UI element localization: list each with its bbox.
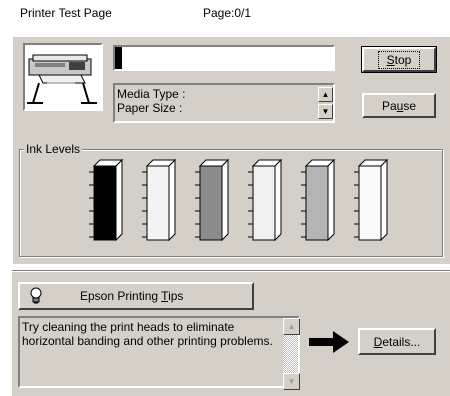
ink-cartridge-5 bbox=[301, 158, 336, 242]
ink-levels-label: Ink Levels bbox=[24, 142, 83, 156]
tips-panel: Epson Printing Tips Try cleaning the pri… bbox=[12, 272, 450, 396]
ink-levels-group: Ink Levels bbox=[19, 142, 443, 257]
ink-cartridge-2 bbox=[142, 158, 177, 242]
paper-size-label: Paper Size : bbox=[117, 101, 183, 115]
tips-scroll-up-button[interactable]: ▲ bbox=[283, 318, 300, 335]
pause-button[interactable]: Pause bbox=[362, 93, 436, 118]
media-info-box: Media Type : Paper Size : ▲ ▼ bbox=[113, 83, 335, 123]
media-type-label: Media Type : bbox=[117, 87, 186, 101]
ink-cartridge-1 bbox=[89, 158, 124, 242]
progress-bar bbox=[113, 45, 335, 71]
tips-scroll-down-button[interactable]: ▼ bbox=[283, 373, 300, 390]
printer-image-frame bbox=[23, 43, 103, 111]
tips-scrollbar[interactable]: ▲ ▼ bbox=[283, 318, 300, 390]
ink-cartridge-6 bbox=[354, 158, 389, 242]
ink-cartridge-3 bbox=[195, 158, 230, 242]
header-bar: Printer Test Page Page:0/1 bbox=[0, 0, 450, 22]
right-arrow-icon bbox=[309, 331, 349, 353]
progress-fill bbox=[115, 47, 122, 69]
tips-text-box: Try cleaning the print heads to eliminat… bbox=[18, 316, 300, 390]
ink-levels-chart bbox=[89, 158, 389, 242]
ink-cartridge-4 bbox=[248, 158, 283, 242]
scroll-down-button[interactable]: ▼ bbox=[318, 104, 333, 119]
tips-scroll-track[interactable] bbox=[283, 335, 298, 373]
status-panel: Media Type : Paper Size : ▲ ▼ Stop Pause… bbox=[12, 36, 450, 264]
printer-icon bbox=[27, 54, 97, 104]
page-counter: Page:0/1 bbox=[203, 6, 252, 20]
tips-text: Try cleaning the print heads to eliminat… bbox=[22, 320, 273, 348]
scroll-up-button[interactable]: ▲ bbox=[318, 87, 333, 102]
lightbulb-icon bbox=[30, 287, 42, 304]
stop-button[interactable]: Stop bbox=[361, 46, 437, 73]
details-button[interactable]: Details... bbox=[358, 328, 436, 355]
epson-printing-tips-button[interactable]: Epson Printing Tips bbox=[18, 282, 254, 310]
window-title: Printer Test Page bbox=[20, 6, 112, 20]
